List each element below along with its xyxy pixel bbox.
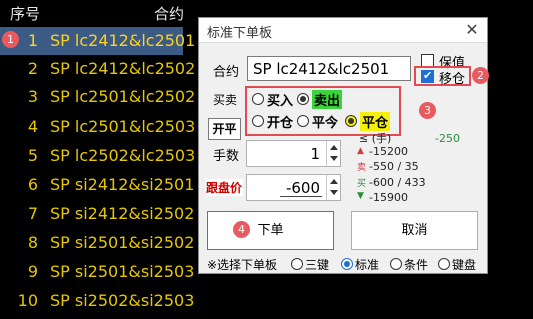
dialog-title: 标准下单板 [207,26,273,41]
info-bid: -600 / 433 [369,176,426,189]
row-number: 6 [27,175,38,194]
row-number: 4 [27,117,38,136]
mode-keyboard-label: 键盘 [452,258,477,272]
ask-icon: 卖 [357,163,367,173]
place-order-button[interactable]: 下单 [207,211,334,250]
close-label: 平仓 [360,112,391,131]
row-number: 3 [27,87,38,106]
mode-three-key-label: 三键 [305,258,330,272]
price-stepper[interactable]: -600 [246,174,341,201]
close-today-radio[interactable] [297,115,309,127]
row-contract: SP si2501&si2502 [50,233,195,252]
list-row-10[interactable]: 10 SP si2502&si2503 [0,287,195,315]
header-seq: 序号 [10,5,41,23]
info-ask: -550 / 35 [369,160,419,173]
close-icon[interactable]: ✕ [463,20,481,39]
row-contract: SP si2412&si2501 [50,175,195,194]
price-underline [280,196,322,197]
list-row-1[interactable]: 1 SP lc2412&lc2501 [0,27,195,55]
spin-up-icon[interactable] [330,145,338,150]
info-position: -250 [435,132,460,145]
row-number: 8 [27,233,38,252]
list-row-6[interactable]: 6 SP si2412&si2501 [0,171,195,199]
list-row-5[interactable]: 5 SP lc2502&lc2503 [0,142,195,170]
list-row-4[interactable]: 4 SP lc2501&lc2503 [0,113,195,141]
mode-standard-label: 标准 [355,258,380,272]
close-radio[interactable] [345,115,357,127]
list-row-2[interactable]: 2 SP lc2412&lc2502 [0,55,195,83]
list-row-8[interactable]: 8 SP si2501&si2502 [0,229,195,257]
open-radio[interactable] [252,115,264,127]
buy-radio[interactable] [252,93,264,105]
contract-input[interactable]: SP lc2412&lc2501 [247,56,411,81]
row-contract: SP lc2501&lc2503 [50,117,196,136]
spin-down-icon[interactable] [330,156,338,161]
spin-up-icon[interactable] [330,179,338,184]
annotation-badge-4: 4 [233,221,250,238]
info-limit-up: -15200 [369,145,408,158]
kaiping-button[interactable]: 开平 [208,118,241,140]
header-contract: 合约 [154,5,185,23]
bid-icon: 买 [357,179,367,189]
mode-label: ※选择下单板 [207,258,278,272]
contract-label: 合约 [213,65,240,80]
limit-up-icon: ▲ [357,146,364,156]
row-number: 5 [27,146,38,165]
close-today-label: 平今 [312,116,339,131]
mode-radio-standard[interactable] [341,258,353,270]
follow-price-label[interactable]: 跟盘价 [205,179,244,196]
row-contract: SP lc2412&lc2501 [50,31,196,50]
list-row-9[interactable]: 9 SP si2501&si2503 [0,258,195,286]
open-label: 开仓 [267,116,294,131]
qty-label: 手数 [213,149,240,164]
maimai-label: 买卖 [213,93,238,107]
annotation-badge-3: 3 [419,102,436,119]
price-spin-arrows[interactable] [326,175,340,200]
limit-down-icon: ▼ [357,191,364,201]
row-number: 7 [27,204,38,223]
row-contract: SP lc2502&lc2503 [50,146,196,165]
qty-spin-arrows[interactable] [326,141,340,166]
info-limit-down: -15900 [369,191,408,204]
cancel-button[interactable]: 取消 [351,211,478,250]
order-dialog: 标准下单板 ✕ 合约 SP lc2412&lc2501 保值 移仓 2 买卖 买… [198,17,489,274]
qty-value: 1 [310,145,320,163]
sell-label: 卖出 [312,90,343,109]
dialog-titlebar[interactable]: 标准下单板 ✕ [199,18,487,43]
row-number: 10 [17,291,38,310]
annotation-badge-2: 2 [472,67,489,84]
mode-radio-keyboard[interactable] [438,258,450,270]
yicang-label: 移仓 [439,72,466,87]
spin-down-icon[interactable] [330,190,338,195]
mode-radio-three-key[interactable] [291,258,303,270]
mode-conditional-label: 条件 [404,258,429,272]
qty-stepper[interactable]: 1 [246,140,341,167]
row-contract: SP lc2412&lc2502 [50,59,196,78]
order-panel-mode-selector: ※选择下单板 三键 标准 条件 键盘 [207,255,487,273]
row-contract: SP si2412&si2502 [50,204,195,223]
row-contract: SP si2502&si2503 [50,291,195,310]
row-contract: SP si2501&si2503 [50,262,195,281]
mode-radio-conditional[interactable] [390,258,402,270]
row-number: 9 [27,262,38,281]
list-row-3[interactable]: 3 SP lc2501&lc2502 [0,83,195,111]
buy-label: 买入 [267,94,294,109]
row-contract: SP lc2501&lc2502 [50,87,196,106]
price-value: -600 [285,179,320,197]
info-max-qty: ≤ (手) [359,132,392,145]
annotation-badge-1: 1 [2,31,19,48]
list-row-7[interactable]: 7 SP si2412&si2502 [0,200,195,228]
sell-radio[interactable] [297,93,309,105]
row-number: 2 [27,59,38,78]
yicang-checkbox[interactable] [421,69,434,83]
